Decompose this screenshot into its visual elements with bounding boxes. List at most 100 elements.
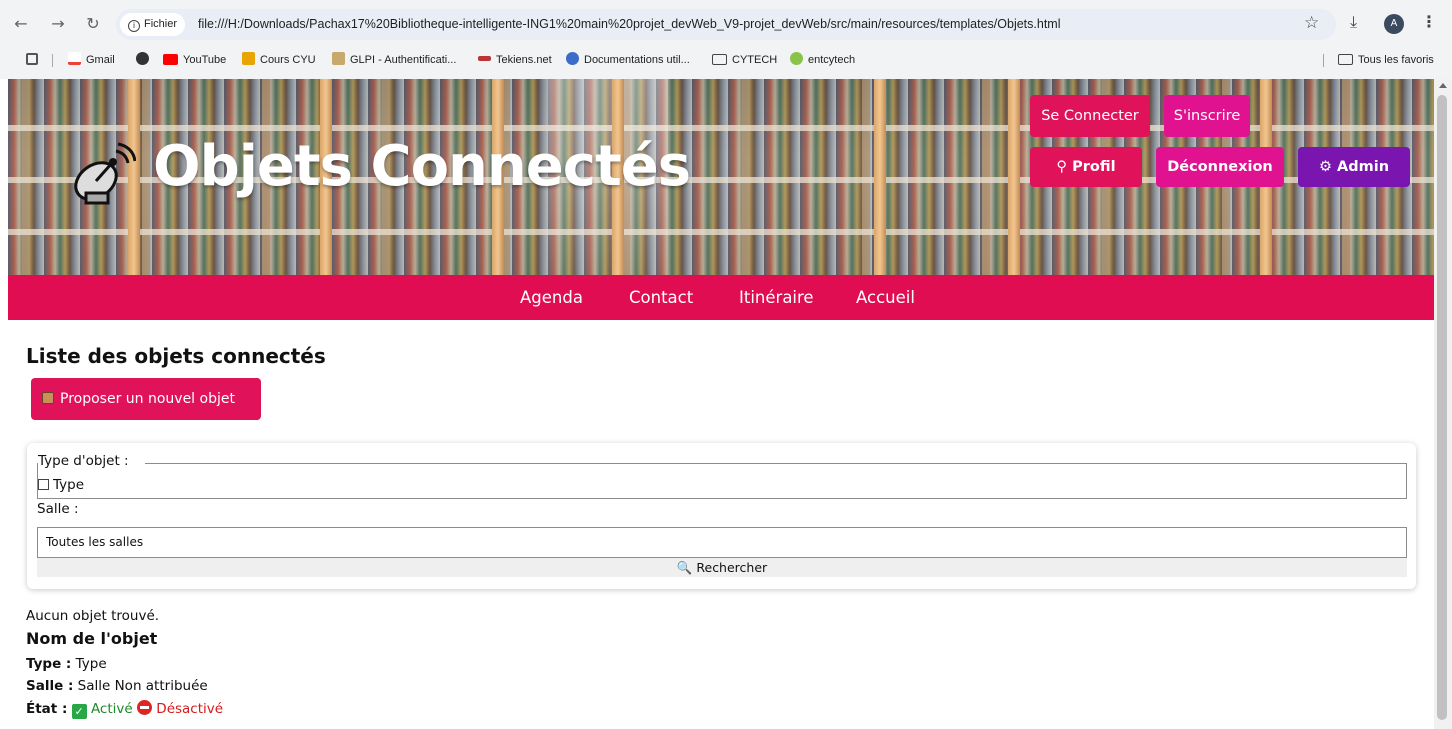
type-checkbox[interactable] <box>38 479 49 490</box>
profile-avatar[interactable]: A <box>1384 14 1404 34</box>
bookmarks-bar: Gmail YouTube Cours CYU GLPI - Authentif… <box>0 48 1452 72</box>
type-value: Type <box>75 656 107 672</box>
type-checkbox-row[interactable]: Type <box>38 477 84 493</box>
all-bookmarks-folder[interactable]: Tous les favoris <box>1338 52 1434 68</box>
bookmark-label: CYTECH <box>732 54 778 66</box>
satellite-antenna-icon <box>74 142 136 205</box>
type-legend: Type d'objet : <box>38 453 129 469</box>
omnibox[interactable]: i Fichier file:///H:/Downloads/Pachax17%2… <box>116 9 1336 40</box>
salle-field-label: Salle : <box>26 678 74 694</box>
tekiens-icon <box>478 56 491 61</box>
bookmark-globe[interactable] <box>136 52 154 68</box>
bookmark-gmail[interactable]: Gmail <box>68 52 115 68</box>
bookmark-tekiens[interactable]: Tekiens.net <box>478 52 552 68</box>
nav-accueil[interactable]: Accueil <box>856 275 915 320</box>
admin-button[interactable]: ⚙ Admin <box>1298 147 1410 187</box>
nav-contact[interactable]: Contact <box>629 275 693 320</box>
globe-icon <box>136 52 149 65</box>
browser-menu-icon[interactable]: ⋮ <box>1421 12 1437 31</box>
page-scrollbar[interactable] <box>1434 79 1452 729</box>
bookmark-youtube[interactable]: YouTube <box>163 52 226 68</box>
scroll-thumb[interactable] <box>1437 95 1447 720</box>
type-fieldset <box>37 463 1407 499</box>
download-icon[interactable]: ⤓ <box>1350 12 1357 32</box>
nav-agenda[interactable]: Agenda <box>520 275 583 320</box>
site-title: Objets Connectés <box>153 134 691 199</box>
shelf-post <box>1008 79 1020 275</box>
bookmark-label: Documentations util... <box>584 54 690 66</box>
bookmark-folder-cytech[interactable]: CYTECH <box>712 52 777 68</box>
back-icon[interactable]: ← <box>10 13 32 35</box>
site-info-chip[interactable]: i Fichier <box>120 13 186 36</box>
type-checkbox-label: Type <box>53 477 85 493</box>
site-chip-label: Fichier <box>144 18 178 30</box>
object-type-line: Type : Type <box>26 656 107 672</box>
propose-label: Proposer un nouvel objet <box>60 391 235 407</box>
bookmark-entcytech[interactable]: entcytech <box>790 52 855 68</box>
bookmark-label: Cours CYU <box>260 54 316 66</box>
browser-chrome: ← → ↻ i Fichier file:///H:/Downloads/Pach… <box>0 0 1452 79</box>
salle-value: Salle Non attribuée <box>77 678 208 694</box>
profile-label: Profil <box>1072 159 1116 175</box>
box-icon <box>42 392 54 404</box>
apps-grid-icon[interactable] <box>26 52 43 68</box>
page: Objets Connectés Se Connecter S'inscrire… <box>8 79 1434 729</box>
profile-button[interactable]: ⚲ Profil <box>1030 147 1142 187</box>
bookmark-star-icon[interactable]: ☆ <box>1304 13 1319 33</box>
user-icon: ⚲ <box>1056 159 1068 175</box>
nav-itineraire[interactable]: Itinéraire <box>739 275 814 320</box>
address-bar-row: ← → ↻ i Fichier file:///H:/Downloads/Pach… <box>0 0 1452 48</box>
filter-form: Type d'objet : Type Salle : Toutes les s… <box>27 443 1416 589</box>
scroll-up-arrow-icon[interactable] <box>1439 83 1447 88</box>
bookmark-documentations[interactable]: Documentations util... <box>566 52 690 68</box>
info-icon: i <box>128 20 140 32</box>
gmail-icon <box>68 52 81 65</box>
folder-icon <box>712 54 727 65</box>
no-entry-icon <box>137 700 152 715</box>
admin-label: Admin <box>1337 159 1390 175</box>
folder-icon <box>1338 54 1353 65</box>
bookmark-glpi[interactable]: GLPI - Authentificati... <box>332 52 456 68</box>
salle-label: Salle : <box>37 501 79 517</box>
bookmark-label: Tekiens.net <box>496 54 552 66</box>
state-off: Désactivé <box>156 701 224 717</box>
forward-icon[interactable]: → <box>47 13 69 35</box>
main-nav: Agenda Contact Itinéraire Accueil <box>8 275 1434 320</box>
magnifier-icon: 🔍 <box>676 560 693 575</box>
glpi-icon <box>332 52 345 65</box>
check-icon: ✓ <box>71 704 87 719</box>
bookmark-cours-cyu[interactable]: Cours CYU <box>242 52 316 68</box>
page-title: Liste des objets connectés <box>26 344 326 368</box>
bookmark-label: Gmail <box>86 54 115 66</box>
salle-select[interactable]: Toutes les salles <box>37 527 1407 558</box>
bookmark-separator <box>52 54 53 67</box>
url-text[interactable]: file:///H:/Downloads/Pachax17%20Biblioth… <box>198 9 1061 40</box>
docs-icon <box>566 52 579 65</box>
signup-button[interactable]: S'inscrire <box>1164 95 1250 137</box>
bookmark-label: GLPI - Authentificati... <box>350 54 457 66</box>
logout-button[interactable]: Déconnexion <box>1156 147 1284 187</box>
empty-message: Aucun objet trouvé. <box>26 608 160 624</box>
object-salle-line: Salle : Salle Non attribuée <box>26 678 208 694</box>
cyu-icon <box>242 52 255 65</box>
type-label: Type : <box>26 656 72 672</box>
reload-icon[interactable]: ↻ <box>82 13 104 35</box>
fieldset-border <box>145 463 1407 464</box>
state-on: Activé <box>90 701 133 717</box>
state-label: État : <box>26 701 68 717</box>
login-button[interactable]: Se Connecter <box>1030 95 1150 137</box>
search-button[interactable]: 🔍 Rechercher <box>37 558 1407 577</box>
entcytech-icon <box>790 52 803 65</box>
bookmark-label: Tous les favoris <box>1358 54 1434 66</box>
youtube-icon <box>163 54 178 65</box>
header-banner: Objets Connectés Se Connecter S'inscrire… <box>8 79 1434 275</box>
shelf-post <box>874 79 886 275</box>
bookmark-label: entcytech <box>808 54 856 66</box>
object-state-line: État : ✓ Activé Désactivé <box>26 700 223 719</box>
bookmark-label: YouTube <box>183 54 227 66</box>
object-name: Nom de l'objet <box>26 629 158 648</box>
gear-icon: ⚙ <box>1318 159 1332 175</box>
search-label: Rechercher <box>696 560 768 575</box>
propose-object-button[interactable]: Proposer un nouvel objet <box>31 378 261 420</box>
bookmark-separator <box>1323 54 1324 67</box>
